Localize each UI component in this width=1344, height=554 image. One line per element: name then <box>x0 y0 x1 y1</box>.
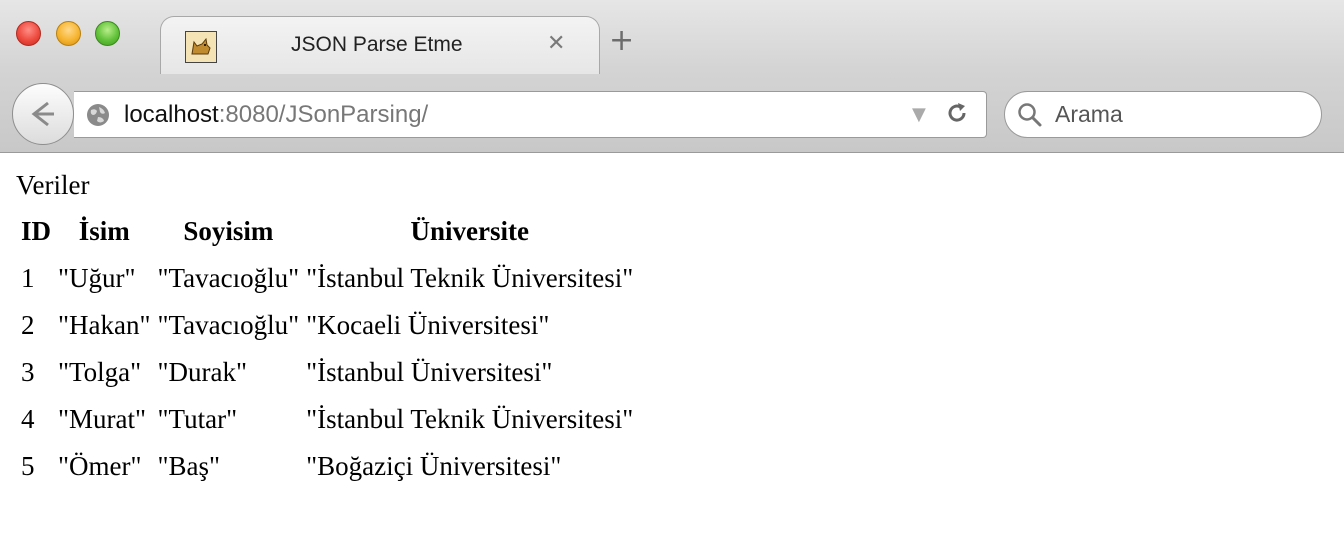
tab-close-icon[interactable]: ✕ <box>547 31 565 56</box>
cell-id: 2 <box>21 310 35 340</box>
cell-isim: "Uğur" <box>58 263 136 293</box>
globe-icon <box>87 104 109 126</box>
search-icon <box>1018 103 1042 127</box>
window-minimize-button[interactable] <box>56 21 81 46</box>
column-header-universite: Üniversite <box>410 215 529 246</box>
cell-soyisim: "Tavacıoğlu" <box>157 263 300 293</box>
page-heading: Veriler <box>16 170 90 200</box>
table-row: 3 "Tolga" "Durak" "İstanbul Üniversitesi… <box>19 350 635 396</box>
cell-isim: "Murat" <box>58 404 147 434</box>
table-row: 2 "Hakan" "Tavacıoğlu" "Kocaeli Üniversi… <box>19 303 635 349</box>
url-dropdown-icon[interactable]: ▼ <box>912 104 926 125</box>
back-arrow-icon <box>31 101 54 127</box>
url-host: localhost <box>124 101 219 128</box>
table-row: 5 "Ömer" "Baş" "Boğaziçi Üniversitesi" <box>19 444 635 490</box>
page-content: Veriler ID İsim Soyisim Üniversite 1 "Uğ… <box>0 153 1344 554</box>
cell-universite: "Kocaeli Üniversitesi" <box>306 310 550 340</box>
window-close-button[interactable] <box>16 21 41 46</box>
browser-chrome: JSON Parse Etme ✕ + localhost:8080/JSonP… <box>0 0 1344 153</box>
column-header-id: ID <box>21 215 52 246</box>
window-maximize-button[interactable] <box>95 21 120 46</box>
cell-isim: "Ömer" <box>58 451 142 481</box>
table-row: 4 "Murat" "Tutar" "İstanbul Teknik Ünive… <box>19 397 635 443</box>
cell-universite: "Boğaziçi Üniversitesi" <box>306 451 562 481</box>
cell-universite: "İstanbul Teknik Üniversitesi" <box>306 404 634 434</box>
column-header-soyisim: Soyisim <box>183 215 274 246</box>
url-text[interactable]: localhost:8080/JSonParsing/ <box>124 101 428 129</box>
table-header-row: ID İsim Soyisim Üniversite <box>19 209 635 255</box>
cell-id: 3 <box>21 357 35 387</box>
search-bar[interactable] <box>1004 91 1322 138</box>
new-tab-button[interactable]: + <box>609 26 634 56</box>
cell-isim: "Hakan" <box>58 310 151 340</box>
cell-soyisim: "Tavacıoğlu" <box>157 310 300 340</box>
cell-soyisim: "Durak" <box>157 357 248 387</box>
browser-tab[interactable]: JSON Parse Etme ✕ <box>160 16 600 74</box>
column-header-isim: İsim <box>78 215 130 246</box>
cell-id: 4 <box>21 404 35 434</box>
back-button[interactable] <box>12 83 74 145</box>
address-bar[interactable]: localhost:8080/JSonParsing/ ▼ <box>74 91 987 138</box>
tab-title: JSON Parse Etme <box>291 33 463 56</box>
cell-soyisim: "Baş" <box>157 451 221 481</box>
data-table: ID İsim Soyisim Üniversite 1 "Uğur" "Tav… <box>16 208 638 491</box>
table-row: 1 "Uğur" "Tavacıoğlu" "İstanbul Teknik Ü… <box>19 256 635 302</box>
search-input[interactable] <box>1055 98 1305 130</box>
cell-universite: "İstanbul Üniversitesi" <box>306 357 553 387</box>
cell-isim: "Tolga" <box>58 357 142 387</box>
tomcat-favicon-icon <box>185 31 217 63</box>
reload-icon[interactable] <box>944 100 970 126</box>
cell-soyisim: "Tutar" <box>157 404 238 434</box>
cell-universite: "İstanbul Teknik Üniversitesi" <box>306 263 634 293</box>
cell-id: 1 <box>21 263 35 293</box>
url-path: :8080/JSonParsing/ <box>218 101 429 128</box>
cell-id: 5 <box>21 451 35 481</box>
